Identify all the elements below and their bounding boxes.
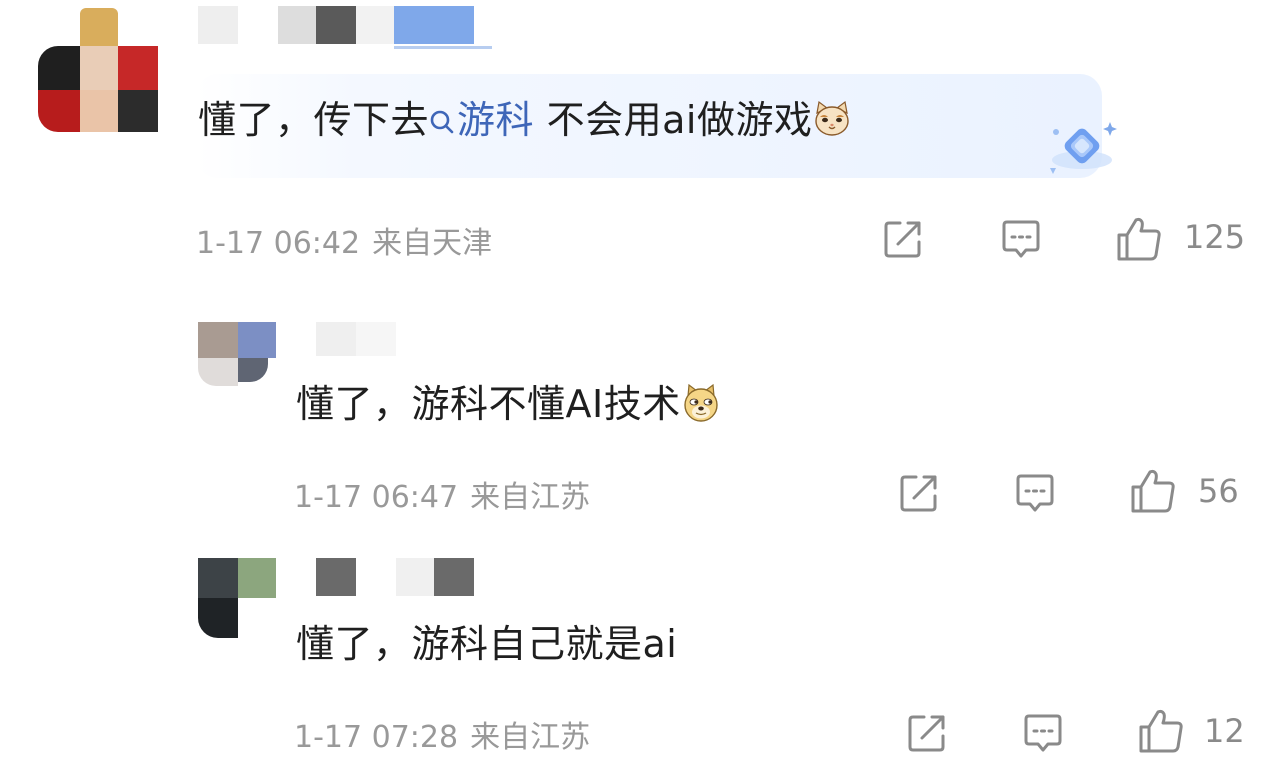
share-icon[interactable] xyxy=(904,710,950,756)
thumbs-up-icon[interactable] xyxy=(1114,214,1164,264)
comment-icon[interactable] xyxy=(1020,710,1066,756)
avatar[interactable] xyxy=(38,8,158,132)
comment-time: 1-17 06:42 xyxy=(196,226,361,261)
comment-text-suffix: 不会用ai做游戏 xyxy=(534,98,813,142)
comment-text: 懂了，传下去 游科 不会用ai做游戏 xyxy=(198,96,852,144)
diamond-badge-icon xyxy=(1050,122,1117,174)
comment-icon[interactable] xyxy=(1012,470,1058,516)
thumbs-up-icon[interactable] xyxy=(1136,706,1186,756)
comment-text-prefix: 懂了，传下去 xyxy=(198,98,430,142)
comment-text-body: 懂了，游科自己就是ai xyxy=(296,622,678,666)
topic-link[interactable]: 游科 xyxy=(429,98,534,142)
comment-thread: 懂了，传下去 游科 不会用ai做游戏 1-17 06:42 来自天津 125 懂… xyxy=(0,0,1280,768)
share-icon[interactable] xyxy=(896,470,942,516)
username[interactable] xyxy=(316,322,396,358)
topic-label: 游科 xyxy=(457,98,535,142)
doge-emoji xyxy=(684,383,718,422)
like-count: 56 xyxy=(1198,472,1239,510)
share-icon[interactable] xyxy=(880,216,926,262)
comment-location: 来自江苏 xyxy=(470,720,591,755)
like-count: 12 xyxy=(1204,712,1245,750)
like-count: 125 xyxy=(1184,218,1246,256)
thumbs-up-icon[interactable] xyxy=(1128,466,1178,516)
search-icon xyxy=(430,110,454,134)
comment-icon[interactable] xyxy=(998,216,1044,262)
comment-text: 懂了，游科不懂AI技术 xyxy=(296,380,721,428)
comment-text-body: 懂了，游科不懂AI技术 xyxy=(296,382,681,426)
comment-location: 来自江苏 xyxy=(470,480,591,515)
comment-time: 1-17 07:28 xyxy=(294,720,459,755)
avatar[interactable] xyxy=(198,558,278,638)
cat-emoji xyxy=(815,100,850,136)
username[interactable] xyxy=(198,6,498,50)
comment-time: 1-17 06:47 xyxy=(294,480,459,515)
comment-location: 来自天津 xyxy=(372,226,493,261)
comment-text: 懂了，游科自己就是ai xyxy=(296,620,677,668)
avatar[interactable] xyxy=(198,322,278,386)
comment-meta: 1-17 07:28 来自江苏 xyxy=(294,712,590,756)
comment-meta: 1-17 06:47 来自江苏 xyxy=(294,472,590,516)
username[interactable] xyxy=(316,558,476,598)
comment-meta: 1-17 06:42 来自天津 xyxy=(196,218,492,262)
